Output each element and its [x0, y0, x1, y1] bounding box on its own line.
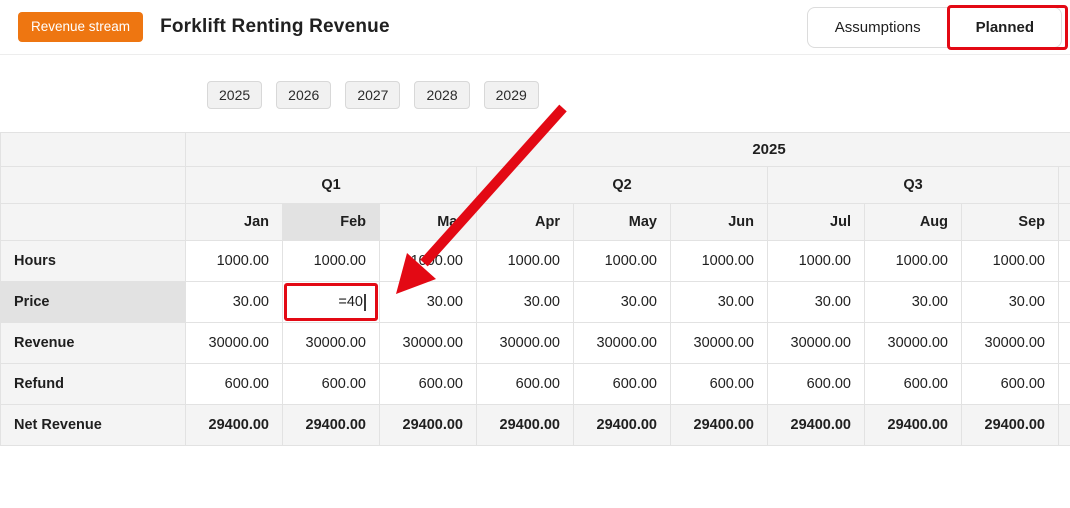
table-row-net-revenue: Net Revenue 29400.00 29400.00 29400.00 29400…: [0, 404, 1070, 446]
cell-hours-jan[interactable]: 1000.00: [185, 240, 283, 282]
cell-hours-jul[interactable]: 1000.00: [767, 240, 865, 282]
cell-revenue-may[interactable]: 30000.00: [573, 322, 671, 364]
cell-net-revenue-jan[interactable]: 29400.00: [185, 404, 283, 446]
month-header-aug: Aug: [864, 203, 962, 241]
cell-clipped: [1057, 281, 1070, 323]
cell-net-revenue-aug[interactable]: 29400.00: [864, 404, 962, 446]
year-tab-2027[interactable]: 2027: [345, 81, 401, 109]
cell-refund-apr[interactable]: 600.00: [476, 363, 574, 405]
cell-refund-sep[interactable]: 600.00: [961, 363, 1059, 405]
quarter-header-q3: Q3: [767, 166, 1059, 204]
month-header-may: May: [573, 203, 671, 241]
cell-net-revenue-sep[interactable]: 29400.00: [961, 404, 1059, 446]
view-toggle-group: Assumptions Planned: [806, 5, 1068, 50]
year-tab-2028[interactable]: 2028: [414, 81, 470, 109]
cell-net-revenue-jun[interactable]: 29400.00: [670, 404, 768, 446]
cell-price-apr[interactable]: 30.00: [476, 281, 574, 323]
cell-revenue-feb[interactable]: 30000.00: [282, 322, 380, 364]
planned-table: 2025 Q1 Q2 Q3 Jan Feb Mar Apr May Jun Jul Aug Sep Ho…: [0, 132, 1070, 446]
cell-clipped: [1057, 322, 1070, 364]
cell-net-revenue-jul[interactable]: 29400.00: [767, 404, 865, 446]
year-tab-2029[interactable]: 2029: [483, 81, 539, 109]
year-tab-2025[interactable]: 2025: [207, 81, 263, 109]
cell-net-revenue-apr[interactable]: 29400.00: [476, 404, 574, 446]
year-tab-2026[interactable]: 2026: [276, 81, 332, 109]
row-label-revenue: Revenue: [0, 322, 186, 364]
row-label-net-revenue: Net Revenue: [0, 404, 186, 446]
cell-revenue-jul[interactable]: 30000.00: [767, 322, 865, 364]
cell-refund-feb[interactable]: 600.00: [282, 363, 380, 405]
app-window: Revenue stream Forklift Renting Revenue …: [0, 0, 1070, 508]
cell-hours-apr[interactable]: 1000.00: [476, 240, 574, 282]
cell-net-revenue-may[interactable]: 29400.00: [573, 404, 671, 446]
cell-hours-feb[interactable]: 1000.00: [282, 240, 380, 282]
cell-refund-mar[interactable]: 600.00: [379, 363, 477, 405]
assumptions-button[interactable]: Assumptions: [808, 8, 948, 47]
cell-revenue-jun[interactable]: 30000.00: [670, 322, 768, 364]
quarter-header-q2: Q2: [476, 166, 768, 204]
cell-refund-jun[interactable]: 600.00: [670, 363, 768, 405]
header-bar: Revenue stream Forklift Renting Revenue …: [0, 0, 1070, 55]
editing-cell-value: =40: [338, 294, 363, 310]
table-corner: [0, 132, 186, 167]
cell-clipped: [1057, 240, 1070, 282]
cell-refund-jan[interactable]: 600.00: [185, 363, 283, 405]
table-row-refund: Refund 600.00 600.00 600.00 600.00 600.00 600.…: [0, 363, 1070, 405]
cell-hours-aug[interactable]: 1000.00: [864, 240, 962, 282]
cell-clipped: [1057, 404, 1070, 446]
cell-price-aug[interactable]: 30.00: [864, 281, 962, 323]
row-label-hours: Hours: [0, 240, 186, 282]
cell-hours-mar[interactable]: 1000.00: [379, 240, 477, 282]
cell-revenue-aug[interactable]: 30000.00: [864, 322, 962, 364]
cell-price-jul[interactable]: 30.00: [767, 281, 865, 323]
cell-hours-sep[interactable]: 1000.00: [961, 240, 1059, 282]
annotation-box-cell: =40: [284, 283, 378, 321]
table-corner: [0, 166, 186, 204]
cell-net-revenue-mar[interactable]: 29400.00: [379, 404, 477, 446]
table-corner: [0, 203, 186, 241]
cell-price-sep[interactable]: 30.00: [961, 281, 1059, 323]
cell-clipped: [1057, 363, 1070, 405]
table-row-price: Price 30.00 =40 30.00 30.00 30.00 30.00 30.00 30…: [0, 281, 1070, 323]
cell-revenue-mar[interactable]: 30000.00: [379, 322, 477, 364]
planned-button-label: Planned: [975, 19, 1034, 36]
cell-hours-may[interactable]: 1000.00: [573, 240, 671, 282]
cell-hours-jun[interactable]: 1000.00: [670, 240, 768, 282]
month-header-sep: Sep: [961, 203, 1059, 241]
table-container: 2025 Q1 Q2 Q3 Jan Feb Mar Apr May Jun Jul Aug Sep Ho…: [0, 132, 1070, 446]
cell-refund-may[interactable]: 600.00: [573, 363, 671, 405]
cell-price-jan[interactable]: 30.00: [185, 281, 283, 323]
row-label-price: Price: [0, 281, 186, 323]
cell-net-revenue-feb[interactable]: 29400.00: [282, 404, 380, 446]
revenue-stream-badge: Revenue stream: [18, 12, 144, 42]
cell-revenue-jan[interactable]: 30000.00: [185, 322, 283, 364]
table-row-revenue: Revenue 30000.00 30000.00 30000.00 30000.00 3…: [0, 322, 1070, 364]
planned-button[interactable]: Planned: [946, 5, 1068, 50]
quarter-header-clipped: [1057, 166, 1070, 204]
editing-cell[interactable]: =40: [282, 281, 380, 323]
row-label-refund: Refund: [0, 363, 186, 405]
cell-price-may[interactable]: 30.00: [573, 281, 671, 323]
cell-revenue-sep[interactable]: 30000.00: [961, 322, 1059, 364]
year-tabs: 2025 2026 2027 2028 2029: [207, 81, 539, 109]
table-head: 2025 Q1 Q2 Q3 Jan Feb Mar Apr May Jun Jul Aug Sep: [0, 132, 1070, 241]
cell-refund-jul[interactable]: 600.00: [767, 363, 865, 405]
cell-refund-aug[interactable]: 600.00: [864, 363, 962, 405]
month-header-clipped: [1057, 203, 1070, 241]
table-body: Hours 1000.00 1000.00 1000.00 1000.00 1000.00…: [0, 240, 1070, 446]
table-row-hours: Hours 1000.00 1000.00 1000.00 1000.00 1000.00…: [0, 240, 1070, 282]
year-header: 2025: [184, 132, 1070, 167]
text-caret: [364, 293, 366, 311]
page-title: Forklift Renting Revenue: [160, 16, 390, 37]
quarter-header-q1: Q1: [185, 166, 477, 204]
month-header-mar: Mar: [379, 203, 477, 241]
cell-price-mar[interactable]: 30.00: [379, 281, 477, 323]
month-header-jan: Jan: [185, 203, 283, 241]
cell-price-jun[interactable]: 30.00: [670, 281, 768, 323]
month-header-apr: Apr: [476, 203, 574, 241]
month-header-jul: Jul: [767, 203, 865, 241]
month-header-jun: Jun: [670, 203, 768, 241]
month-header-feb: Feb: [282, 203, 380, 241]
cell-revenue-apr[interactable]: 30000.00: [476, 322, 574, 364]
